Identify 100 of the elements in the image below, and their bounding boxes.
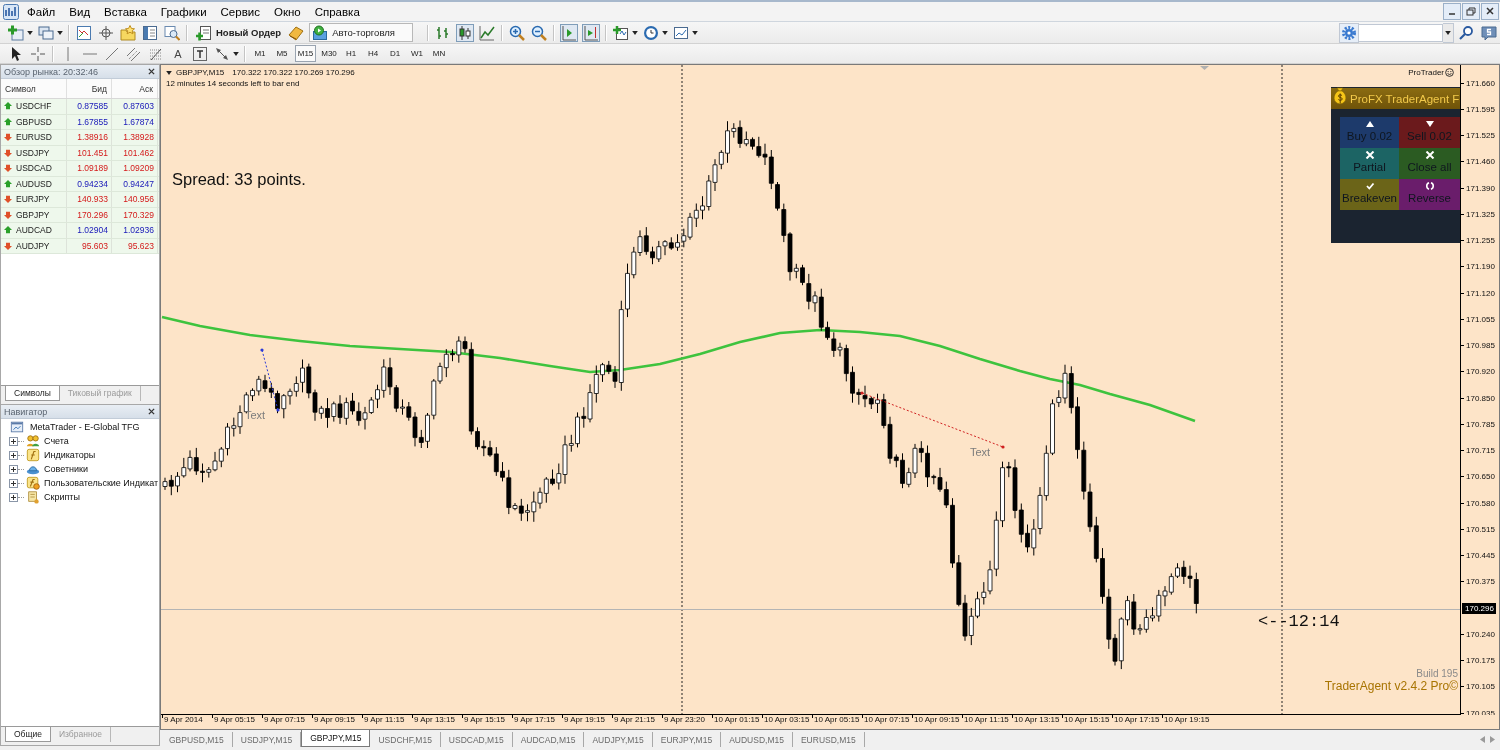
time-tick: 9 Apr 05:15	[214, 715, 255, 724]
timeframe-button[interactable]: M30	[320, 45, 338, 62]
chart-tab[interactable]: GBPJPY,M15	[301, 730, 371, 747]
expand-icon[interactable]	[9, 450, 18, 460]
time-tick: 10 Apr 03:15	[764, 715, 810, 724]
bid-price: 1.02904	[67, 223, 112, 238]
menu-item[interactable]: Графики	[153, 3, 214, 20]
quote-row[interactable]: USDCAD 1.09189 1.09209	[1, 161, 159, 177]
market-watch-icon[interactable]	[75, 23, 93, 42]
expand-icon[interactable]	[9, 436, 18, 446]
bar-timer-text: 12 minutes 14 seconds left to bar end	[166, 79, 300, 88]
time-tick: 10 Apr 13:15	[1014, 715, 1060, 724]
app-icon[interactable]	[3, 3, 19, 20]
column-header[interactable]: Аск	[112, 79, 158, 98]
timeframe-button[interactable]: D1	[386, 45, 404, 62]
expand-icon[interactable]	[9, 464, 18, 474]
timeframe-button[interactable]: H1	[342, 45, 360, 62]
candlestick-icon[interactable]	[456, 23, 475, 42]
bid-price: 95.603	[67, 238, 112, 253]
search-icon[interactable]	[1458, 24, 1474, 41]
caret-icon[interactable]	[57, 30, 63, 35]
menu-item[interactable]: Вид	[62, 3, 98, 20]
chart-shift-icon[interactable]	[560, 23, 579, 42]
timeframe-button[interactable]: H4	[364, 45, 382, 62]
timeframe-button[interactable]: M5	[273, 45, 291, 62]
cross-icon	[1424, 151, 1435, 159]
column-header[interactable]: Символ	[1, 79, 67, 98]
expand-icon[interactable]	[9, 478, 18, 488]
panel-tab[interactable]: Общие	[5, 727, 51, 742]
terminal-icon[interactable]	[141, 23, 159, 42]
chart-tab[interactable]: USDCAD,M15	[440, 732, 513, 747]
quote-row[interactable]: USDCHF 0.87585 0.87603	[1, 99, 159, 115]
search-field[interactable]	[1359, 23, 1443, 42]
close-icon[interactable]	[1481, 3, 1499, 20]
time-tick: 10 Apr 17:15	[1114, 715, 1160, 724]
indicators-icon[interactable]	[612, 23, 631, 42]
chat-icon[interactable]	[1480, 24, 1498, 41]
shift-marker-icon[interactable]	[1200, 66, 1209, 70]
zoom-in-icon[interactable]	[508, 23, 527, 42]
tree-item[interactable]: Скрипты	[44, 492, 80, 502]
caret-icon[interactable]	[632, 30, 639, 35]
expand-icon[interactable]	[9, 492, 18, 502]
column-header[interactable]: Бид	[67, 79, 112, 98]
auto-trading-button[interactable]: Авто-торговля	[309, 23, 414, 42]
chart-tab[interactable]: AUDUSD,M15	[721, 732, 793, 747]
new-order-button[interactable]: Новый Ордер	[193, 23, 284, 42]
menu-item[interactable]: Сервис	[213, 3, 267, 20]
time-tick: 10 Apr 01:15	[714, 715, 760, 724]
panel-tab[interactable]: Символы	[5, 386, 60, 401]
crosshair-icon[interactable]	[97, 23, 115, 42]
symbol-name: AUDJPY	[16, 240, 50, 251]
tree-item[interactable]: MetaTrader - E-Global TFG	[30, 422, 140, 432]
menu-item[interactable]: Вставка	[97, 3, 154, 20]
clock-icon[interactable]	[642, 23, 661, 42]
timeframe-button[interactable]: M15	[295, 45, 316, 62]
auto-scroll-icon[interactable]	[582, 23, 601, 42]
text-label-icon[interactable]	[191, 44, 209, 63]
line-chart-icon[interactable]	[478, 23, 497, 42]
chart-tab[interactable]: AUDCAD,M15	[512, 732, 585, 747]
tree-item[interactable]: Индикаторы	[44, 450, 96, 460]
quote-row[interactable]: AUDCAD 1.02904 1.02936	[1, 223, 159, 239]
time-tick: 9 Apr 09:15	[314, 715, 355, 724]
bid-price: 1.67855	[67, 114, 112, 129]
time-tick: 9 Apr 07:15	[264, 715, 305, 724]
caret-icon[interactable]	[662, 30, 669, 35]
tree-item[interactable]: Счета	[44, 436, 69, 446]
star-folder-icon[interactable]	[119, 23, 137, 42]
chart-tab[interactable]: USDCHF,M15	[370, 732, 441, 747]
tree-item[interactable]: Пользовательские Индикат	[44, 478, 159, 488]
chart-tab[interactable]: GBPUSD,M15	[161, 732, 233, 747]
ask-price: 1.09209	[112, 161, 158, 176]
timeframe-button[interactable]: M1	[251, 45, 269, 62]
timeframe-button[interactable]: W1	[408, 45, 426, 62]
menu-item[interactable]: Справка	[307, 3, 367, 20]
caret-icon[interactable]	[27, 30, 33, 35]
text-tool-button[interactable]: A	[172, 47, 184, 60]
caret-icon[interactable]	[692, 30, 699, 35]
menu-item[interactable]: Окно	[266, 3, 308, 20]
caret-icon[interactable]	[233, 51, 239, 56]
close-icon[interactable]	[148, 408, 155, 415]
zoom-out-icon[interactable]	[530, 23, 549, 42]
dropdown-caret-icon[interactable]	[1443, 22, 1454, 43]
chart-tab[interactable]: AUDJPY,M15	[584, 732, 653, 747]
close-icon[interactable]	[148, 68, 155, 75]
up-triangle-icon	[1364, 120, 1375, 128]
quote-row[interactable]: EURJPY 140.933 140.956	[1, 192, 159, 208]
restore-icon[interactable]	[1462, 3, 1480, 20]
quote-row[interactable]: EURUSD 1.38916 1.38928	[1, 130, 159, 146]
timeframe-button[interactable]: MN	[430, 45, 448, 62]
triangle-icon[interactable]	[166, 70, 172, 75]
function-gear-icon	[26, 476, 40, 490]
menu-item[interactable]: Файл	[20, 3, 63, 20]
minimize-icon[interactable]	[1443, 3, 1461, 20]
magnifier-chart-icon[interactable]	[163, 23, 181, 42]
settings-icon[interactable]	[1339, 22, 1359, 43]
chart-tab[interactable]: EURJPY,M15	[652, 732, 722, 747]
tree-item[interactable]: Советники	[44, 464, 88, 474]
chart-tab[interactable]: EURUSD,M15	[792, 732, 865, 747]
time-tick: 9 Apr 13:15	[414, 715, 455, 724]
window-icon	[10, 420, 24, 434]
